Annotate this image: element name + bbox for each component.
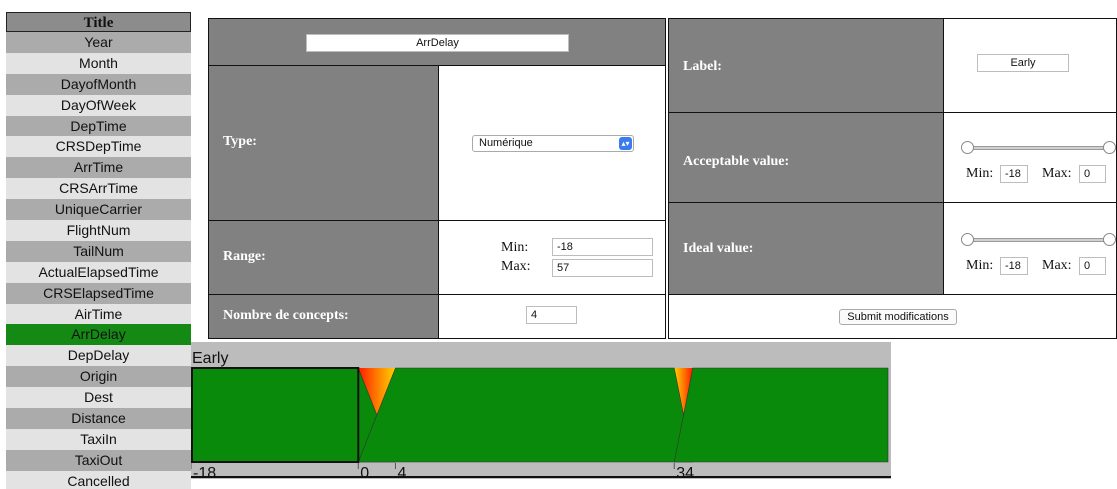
acceptable-label: Acceptable value: (683, 154, 790, 169)
label-label-cell: Label: (669, 19, 943, 112)
range-label-cell: Range: (209, 221, 438, 294)
chart-title: Early (192, 350, 228, 367)
ideal-label-cell: Ideal value: (669, 203, 943, 294)
concept-chart[interactable]: Early -18 0 4 34 (191, 342, 891, 479)
ideal-range-slider[interactable] (966, 238, 1110, 242)
attribute-item-origin[interactable]: Origin (6, 366, 191, 388)
attribute-list-title: Title (6, 12, 191, 32)
ideal-min-input[interactable]: -18 (1000, 257, 1028, 275)
label-label: Label: (683, 59, 722, 74)
acceptable-slider-min-handle[interactable] (961, 141, 974, 154)
submit-modifications-button[interactable]: Submit modifications (839, 309, 957, 325)
attribute-item-deptime[interactable]: DepTime (6, 115, 191, 137)
acceptable-max-label: Max: (1042, 166, 1072, 181)
type-select[interactable]: Numérique ▴▾ (472, 135, 634, 152)
concepts-label: Nombre de concepts: (223, 308, 349, 323)
select-arrows-icon: ▴▾ (619, 137, 632, 150)
attribute-item-depdelay[interactable]: DepDelay (6, 345, 191, 367)
acceptable-slider-max-handle[interactable] (1103, 141, 1116, 154)
attribute-item-arrdelay[interactable]: ArrDelay (6, 324, 191, 346)
type-select-value: Numérique (479, 137, 533, 149)
variable-name-row: ArrDelay (209, 19, 665, 65)
range-min-label: Min: (501, 240, 529, 255)
variable-name-input[interactable]: ArrDelay (306, 34, 569, 52)
attribute-item-crsdeptime[interactable]: CRSDepTime (6, 136, 191, 158)
attribute-item-year[interactable]: Year (6, 32, 191, 53)
attribute-item-dest[interactable]: Dest (6, 387, 191, 409)
acceptable-max-input[interactable]: 0 (1079, 165, 1106, 183)
ideal-slider-min-handle[interactable] (961, 233, 974, 246)
concept-panel: Label: Early Acceptable value: Min: -18 … (668, 18, 1117, 339)
attribute-item-cancelled[interactable]: Cancelled (6, 470, 191, 489)
tick-label-2: 4 (397, 465, 406, 479)
concept-label-input[interactable]: Early (977, 54, 1069, 72)
type-label-cell: Type: (209, 66, 438, 220)
concepts-label-cell: Nombre de concepts: (209, 295, 438, 338)
concept-layer (191, 367, 889, 463)
range-label: Range: (223, 249, 266, 264)
attribute-items: Year Month DayofMonth DayOfWeek DepTime CRSDe… (6, 32, 191, 489)
attribute-item-taxiout[interactable]: TaxiOut (6, 449, 191, 471)
attribute-item-crsarrtime[interactable]: CRSArrTime (6, 178, 191, 200)
range-max-label: Max: (501, 259, 531, 274)
ideal-min-label: Min: (966, 258, 994, 273)
attribute-list: Title Year Month DayofMonth DayOfWeek DepTim… (6, 12, 191, 489)
ideal-label: Ideal value: (683, 241, 754, 256)
attribute-item-dayofmonth[interactable]: DayofMonth (6, 73, 191, 95)
acceptable-range-slider[interactable] (966, 146, 1110, 150)
ideal-slider-max-handle[interactable] (1103, 233, 1116, 246)
variable-panel: ArrDelay Type: Numérique ▴▾ Range: Min: … (208, 18, 666, 339)
ideal-max-label: Max: (1042, 258, 1072, 273)
attribute-item-dayofweek[interactable]: DayOfWeek (6, 94, 191, 116)
range-min-input[interactable]: -18 (552, 238, 653, 256)
concepts-count-input[interactable]: 4 (526, 306, 577, 324)
attribute-item-uniquecarrier[interactable]: UniqueCarrier (6, 199, 191, 221)
attribute-item-tailnum[interactable]: TailNum (6, 240, 191, 262)
attribute-item-arrtime[interactable]: ArrTime (6, 157, 191, 179)
attribute-item-actualelapsedtime[interactable]: ActualElapsedTime (6, 261, 191, 283)
acceptable-min-input[interactable]: -18 (1000, 165, 1028, 183)
tick-label-3: 34 (676, 465, 694, 479)
attribute-item-taxiin[interactable]: TaxiIn (6, 428, 191, 450)
attribute-item-flightnum[interactable]: FlightNum (6, 220, 191, 241)
range-max-input[interactable]: 57 (552, 259, 653, 277)
ideal-max-input[interactable]: 0 (1079, 257, 1106, 275)
acceptable-min-label: Min: (966, 166, 994, 181)
acceptable-label-cell: Acceptable value: (669, 113, 943, 202)
attribute-item-month[interactable]: Month (6, 52, 191, 74)
tick-label-1: 0 (360, 465, 369, 479)
attribute-item-airtime[interactable]: AirTime (6, 303, 191, 325)
attribute-item-crselapsedtime[interactable]: CRSElapsedTime (6, 282, 191, 304)
tick-label-0: -18 (193, 465, 216, 479)
attribute-item-distance[interactable]: Distance (6, 408, 191, 429)
concept-area-1[interactable] (357, 367, 694, 463)
concept-area-2[interactable] (673, 367, 889, 463)
type-label: Type: (223, 134, 257, 149)
